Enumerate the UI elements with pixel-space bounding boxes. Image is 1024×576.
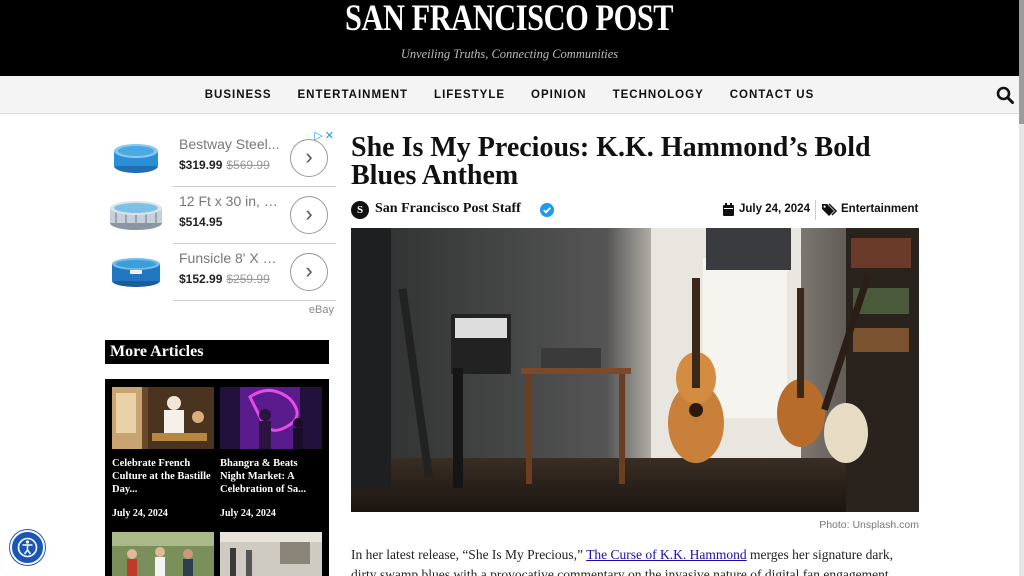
ad-product-price: $319.99 $569.99 [179,158,270,172]
ad-source-label[interactable]: eBay [309,304,334,316]
site-header: SAN FRANCISCO POST Unveiling Truths, Con… [0,0,1019,76]
main-nav: BUSINESS ENTERTAINMENT LIFESTYLE OPINION… [0,76,1019,114]
article-thumbnail[interactable] [112,532,214,576]
ad-product-old-price: $569.99 [226,158,270,172]
ad-product-name: 12 Ft x 30 in, 20... [179,193,281,209]
article-thumbnail[interactable] [220,387,322,449]
article-card[interactable]: Celebrate French Culture at the Bastille… [112,387,214,527]
ad-product[interactable]: 12 Ft x 30 in, 20... $514.95 › [105,186,336,243]
article-meta: S San Francisco Post Staff July 24, 2024… [351,200,919,220]
more-articles-grid: Celebrate French Culture at the Bastille… [105,379,329,576]
main-nav-bar: BUSINESS ENTERTAINMENT LIFESTYLE OPINION… [0,76,1019,114]
nav-opinion[interactable]: OPINION [518,76,600,114]
article-card-date: July 24, 2024 [112,508,168,519]
article-date: July 24, 2024 [739,203,810,215]
ad-product-price: $514.95 [179,215,223,229]
ad-product-name: Bestway Steel... [179,136,280,152]
photo-credit: Photo: Unsplash.com [819,519,919,531]
chevron-right-icon[interactable]: › [290,253,328,291]
chevron-right-icon[interactable]: › [290,139,328,177]
site-logo[interactable]: SAN FRANCISCO POST [345,0,674,38]
tags-icon [822,203,838,216]
pool-product-image [114,144,158,173]
nav-technology[interactable]: TECHNOLOGY [600,76,717,114]
article-card-title[interactable]: Bhangra & Beats Night Market: A Celebrat… [220,457,322,496]
page-scrollbar[interactable] [1019,0,1024,576]
article-thumbnail[interactable] [220,532,322,576]
article-card-date: July 24, 2024 [220,508,276,519]
author-name[interactable]: San Francisco Post Staff [375,201,521,217]
article-category[interactable]: Entertainment [841,203,918,215]
sponsored-products-ad: ▷✕ Bestway Steel... $319.99 $569.99 › 12 … [105,129,336,317]
divider [173,300,336,301]
article-headline: She Is My Precious: K.K. Hammond’s Bold … [351,132,871,191]
nav-business[interactable]: BUSINESS [192,76,285,114]
ad-product[interactable]: Bestway Steel... $319.99 $569.99 › [105,129,336,186]
site-tagline: Unveiling Truths, Connecting Communities [400,47,619,61]
ad-product[interactable]: Funsicle 8' X 30... $152.99 $259.99 › [105,243,336,300]
article-body-paragraph: In her latest release, “She Is My Precio… [351,545,911,576]
meta-divider [815,200,816,220]
accessibility-button[interactable] [10,530,45,565]
search-icon[interactable] [996,86,1014,104]
nav-entertainment[interactable]: ENTERTAINMENT [285,76,422,114]
article-card-title[interactable]: Celebrate French Culture at the Bastille… [112,457,214,496]
author-avatar[interactable]: S [351,201,369,219]
ad-product-price: $152.99 $259.99 [179,272,270,286]
article-card[interactable]: Bhangra & Beats Night Market: A Celebrat… [220,387,322,527]
accessibility-icon [17,537,38,558]
ad-product-old-price: $259.99 [226,272,270,286]
calendar-icon [723,203,734,216]
nav-lifestyle[interactable]: LIFESTYLE [421,76,518,114]
article-thumbnail[interactable] [112,387,214,449]
article-hero-image [351,228,919,512]
more-articles-heading: More Articles [105,340,329,364]
chevron-right-icon[interactable]: › [290,196,328,234]
verified-badge-icon [540,203,554,217]
artist-link[interactable]: The Curse of K.K. Hammond [586,547,746,562]
ad-product-name: Funsicle 8' X 30... [179,250,281,266]
article-body-text: In her latest release, “She Is My Precio… [351,547,587,562]
pool-product-image [112,258,160,287]
nav-contact-us[interactable]: CONTACT US [717,76,828,114]
scrollbar-thumb[interactable] [1019,0,1024,124]
pool-product-image [110,201,162,230]
